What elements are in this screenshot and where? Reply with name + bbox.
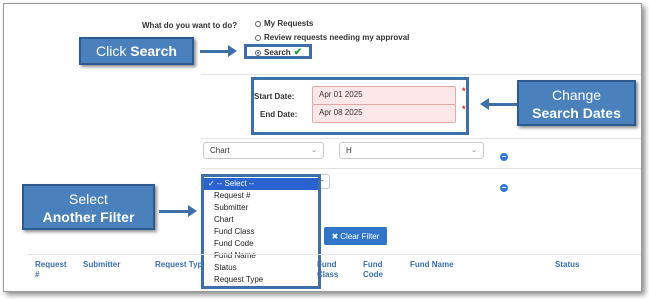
arrow-head-icon <box>188 205 197 217</box>
column-header-fund-class[interactable]: Fund Class <box>317 260 338 280</box>
column-header-fund-code[interactable]: Fund Code <box>363 260 383 280</box>
chevron-down-icon: ⌄ <box>471 147 477 154</box>
callout-change-dates: Change Search Dates <box>517 80 636 126</box>
column-header-submitter[interactable]: Submitter <box>83 260 120 270</box>
divider <box>28 254 641 255</box>
dropdown-option[interactable]: Fund Name <box>204 250 318 262</box>
callout-text: Change <box>551 87 602 103</box>
remove-filter-icon[interactable]: − <box>500 153 508 161</box>
radio-label: Review requests needing my approval <box>264 33 410 42</box>
column-header-request-type[interactable]: Request Typ <box>155 260 202 270</box>
filter-value-select[interactable]: H ⌄ <box>339 142 484 159</box>
dropdown-option[interactable]: Submitter <box>204 202 318 214</box>
select-value: Chart <box>210 146 230 155</box>
callout-text: Click <box>96 43 131 59</box>
required-marker: * <box>462 104 466 114</box>
divider <box>201 74 641 75</box>
start-date-label: Start Date: <box>254 92 295 101</box>
filter-field-select[interactable]: Chart ⌄ <box>203 142 324 159</box>
radio-search[interactable]: Search ✔ <box>255 47 302 58</box>
dropdown-option[interactable]: Request # <box>204 190 318 202</box>
screenshot-frame: What do you want to do? My Requests Revi… <box>3 3 642 292</box>
checkmark-icon: ✔ <box>293 47 303 58</box>
filter-dropdown-list[interactable]: ✓ -- Select -- Request # Submitter Chart Fun… <box>201 174 321 289</box>
arrow-right-icon <box>200 50 228 53</box>
dropdown-option[interactable]: Fund Code <box>204 238 318 250</box>
start-date-input[interactable]: Apr 01 2025 <box>312 86 456 105</box>
arrow-head-icon <box>228 45 237 57</box>
arrow-head-icon <box>480 98 489 110</box>
arrow-right-icon <box>159 210 189 213</box>
required-marker: * <box>462 86 466 96</box>
dropdown-option[interactable]: Status <box>204 262 318 274</box>
callout-bold-text: Search Dates <box>532 105 621 121</box>
column-header-request[interactable]: Request # <box>35 260 67 280</box>
remove-filter-icon[interactable]: − <box>500 184 508 192</box>
radio-review-requests[interactable]: Review requests needing my approval <box>255 33 409 42</box>
divider <box>201 168 641 169</box>
arrow-left-icon <box>489 103 519 106</box>
clear-filter-button[interactable]: ✖ Clear Filter <box>324 227 387 245</box>
column-header-fund-name[interactable]: Fund Name <box>410 260 454 270</box>
callout-text: Select <box>69 191 108 207</box>
close-icon: ✖ <box>331 231 339 241</box>
column-header-status[interactable]: Status <box>555 260 579 270</box>
end-date-input[interactable]: Apr 08 2025 <box>312 104 456 123</box>
what-to-do-label: What do you want to do? <box>142 21 238 30</box>
callout-bold-text: Search <box>130 43 177 59</box>
divider <box>201 138 641 139</box>
select-value: H <box>346 146 352 155</box>
callout-click-search: Click Search <box>79 37 194 65</box>
dropdown-option[interactable]: Request Type <box>204 274 318 286</box>
dropdown-option[interactable]: Chart <box>204 214 318 226</box>
dropdown-option[interactable]: ✓ -- Select -- <box>204 178 318 190</box>
radio-circle-selected[interactable] <box>255 49 261 56</box>
radio-label: Search <box>264 48 291 57</box>
radio-circle[interactable] <box>255 34 261 41</box>
radio-circle[interactable] <box>255 20 261 27</box>
chevron-down-icon: ⌄ <box>311 147 317 154</box>
radio-label: My Requests <box>264 19 314 28</box>
end-date-label: End Date: <box>260 110 298 119</box>
radio-my-requests[interactable]: My Requests <box>255 19 313 28</box>
callout-bold-text: Another Filter <box>42 209 135 225</box>
dropdown-option[interactable]: Fund Class <box>204 226 318 238</box>
clear-filter-label: Clear Filter <box>340 231 380 241</box>
callout-select-filter: Select Another Filter <box>22 184 155 230</box>
